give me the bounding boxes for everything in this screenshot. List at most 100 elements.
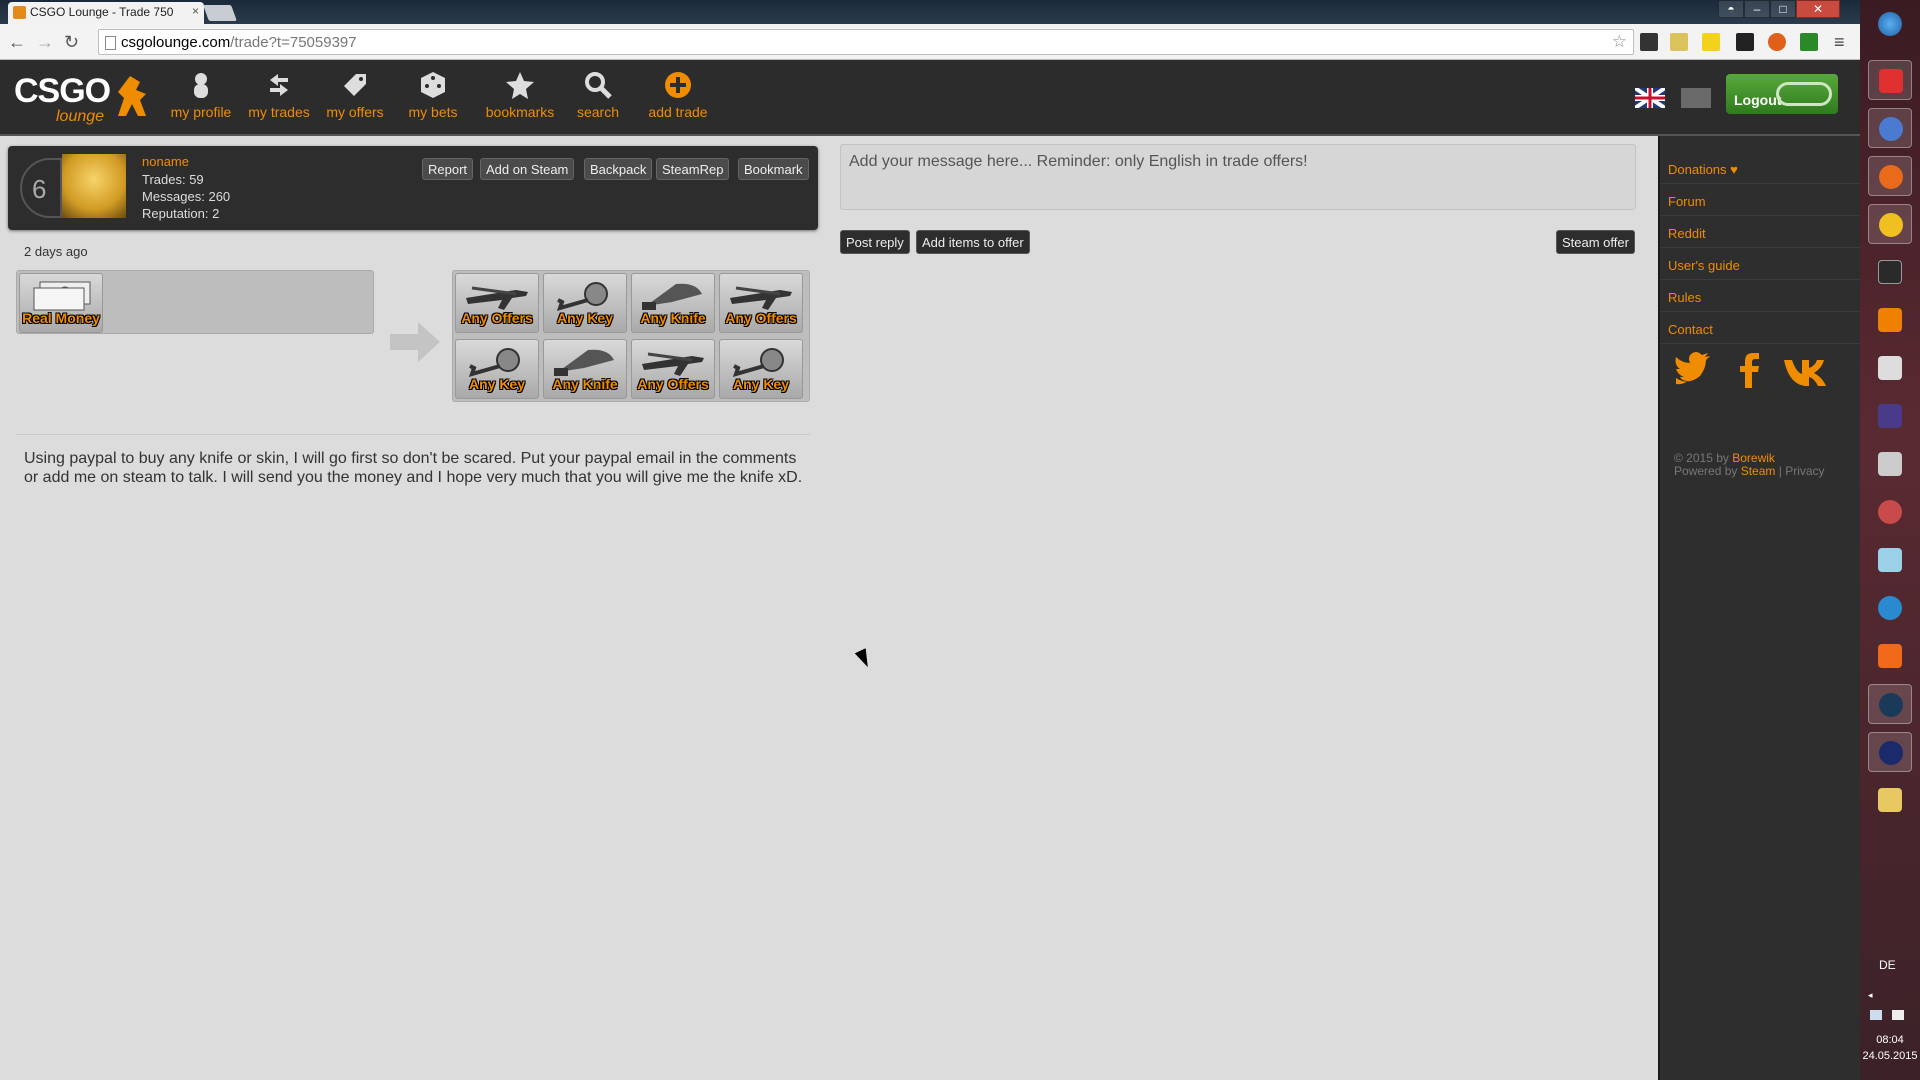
item-label: Any Knife (552, 376, 618, 392)
steam-offer-button[interactable]: Steam offer (1556, 230, 1635, 254)
steam-tray-icon[interactable] (1870, 1010, 1882, 1020)
bookmark-star-icon[interactable]: ☆ (1612, 32, 1627, 52)
want-item[interactable]: Any Offers (719, 273, 803, 333)
footer-credits: © 2015 by Borewik Powered by Steam | Pri… (1674, 452, 1825, 478)
rifle-icon (642, 352, 704, 376)
taskbar-app[interactable] (1868, 492, 1912, 532)
rank-badge: 6 (20, 158, 62, 218)
nav-add-trade[interactable]: add trade (640, 70, 716, 120)
close-window-button[interactable]: ✕ (1796, 0, 1840, 18)
bookmark-button[interactable]: Bookmark (738, 158, 809, 180)
taskbar-app[interactable] (1868, 540, 1912, 580)
add-items-to-offer-button[interactable]: Add items to offer (916, 230, 1030, 254)
want-item[interactable]: Any Offers (455, 273, 539, 333)
trader-username[interactable]: noname (142, 154, 189, 169)
item-label: Any Key (732, 376, 790, 392)
logout-button[interactable]: Logout (1726, 74, 1838, 114)
tray-expand-icon[interactable]: ◂ (1868, 990, 1873, 1001)
nav-bookmarks[interactable]: bookmarks (480, 70, 560, 120)
nav-my-bets[interactable]: my bets (400, 70, 466, 120)
window-controls: ◓ – □ ✕ (1718, 0, 1840, 18)
author-link[interactable]: Borewik (1732, 451, 1775, 465)
steamrep-button[interactable]: SteamRep (656, 158, 730, 180)
fire-extension-icon[interactable] (1768, 33, 1786, 51)
extension-icon-3[interactable] (1702, 33, 1720, 51)
minimize-button[interactable]: – (1744, 0, 1770, 18)
want-item[interactable]: Any Knife (631, 273, 715, 333)
system-tray[interactable]: ◂ (1860, 988, 1920, 1028)
want-item[interactable]: Any Key (455, 339, 539, 399)
nav-label: my offers (326, 104, 384, 120)
mail-extension-icon[interactable] (1736, 33, 1754, 51)
facebook-icon[interactable] (1730, 350, 1770, 390)
want-item[interactable]: Any Knife (543, 339, 627, 399)
main-content: 6 noname Trades: 59 Messages: 260 Reputa… (0, 136, 1658, 1080)
taskbar-app[interactable] (1868, 588, 1912, 628)
taskbar-app[interactable] (1868, 780, 1912, 820)
csgolounge-logo[interactable]: CSGO lounge (12, 70, 157, 130)
start-button[interactable] (1868, 4, 1912, 44)
tab-close-icon[interactable]: × (192, 4, 199, 18)
taskbar-app[interactable] (1868, 204, 1912, 244)
report-button[interactable]: Report (422, 158, 474, 180)
sidebar-item-users-guide[interactable]: User's guide (1660, 248, 1860, 280)
taskbar-app[interactable] (1868, 444, 1912, 484)
taskbar-app[interactable] (1868, 684, 1912, 724)
sidebar-item-forum[interactable]: Forum (1660, 184, 1860, 216)
sidebar-item-reddit[interactable]: Reddit (1660, 216, 1860, 248)
taskbar-app[interactable] (1868, 108, 1912, 148)
uk-flag-icon[interactable] (1633, 86, 1667, 110)
have-item[interactable]: Real Money (19, 273, 103, 333)
back-icon[interactable]: ← (8, 32, 26, 53)
sidebar-item-contact[interactable]: Contact (1660, 312, 1860, 344)
input-language[interactable]: DE (1879, 958, 1896, 972)
want-item[interactable]: Any Offers (631, 339, 715, 399)
backpack-button[interactable]: Backpack (584, 158, 653, 180)
user-icon[interactable]: ◓ (1718, 0, 1744, 18)
taskbar-app[interactable] (1868, 636, 1912, 676)
steam-logo-icon (1776, 82, 1832, 106)
language-flag-icon[interactable] (1681, 88, 1711, 108)
clock[interactable]: 08:04 24.05.2015 (1860, 1032, 1920, 1064)
forward-icon[interactable]: → (36, 32, 54, 53)
calculator-icon (1878, 548, 1902, 572)
taskbar-app[interactable] (1868, 348, 1912, 388)
twitter-icon[interactable] (1672, 350, 1712, 390)
network-tray-icon[interactable] (1892, 1010, 1904, 1020)
privacy-link[interactable]: Privacy (1785, 464, 1824, 478)
taskbar-app[interactable] (1868, 396, 1912, 436)
trader-messages: Messages: 260 (142, 189, 231, 204)
uk-flag-graphic (1633, 86, 1667, 110)
maximize-button[interactable]: □ (1770, 0, 1796, 18)
nav-my-trades[interactable]: my trades (246, 70, 312, 120)
nav-search[interactable]: search (568, 70, 628, 120)
reply-textarea[interactable]: Add your message here... Reminder: only … (840, 144, 1636, 210)
want-item[interactable]: Any Key (543, 273, 627, 333)
reload-icon[interactable]: ↻ (64, 32, 79, 53)
nav-my-profile[interactable]: my profile (168, 70, 234, 120)
check-extension-icon[interactable] (1800, 33, 1818, 51)
nav-my-offers[interactable]: my offers (322, 70, 388, 120)
sidebar-item-donations[interactable]: Donations ♥ (1660, 152, 1860, 184)
taskbar-app[interactable] (1868, 732, 1912, 772)
steam-link[interactable]: Steam (1741, 464, 1776, 478)
url-path: /trade?t=75059397 (230, 34, 357, 51)
want-item[interactable]: Any Key (719, 339, 803, 399)
taskbar-app[interactable] (1868, 60, 1912, 100)
new-tab-button[interactable] (203, 5, 237, 21)
item-label: Any Key (468, 376, 526, 392)
vk-icon[interactable] (1782, 350, 1834, 390)
taskbar-app[interactable] (1868, 156, 1912, 196)
address-bar[interactable]: csgolounge.com/trade?t=75059397 ☆ (98, 29, 1634, 55)
taskbar-app[interactable] (1868, 252, 1912, 292)
post-reply-button[interactable]: Post reply (840, 230, 910, 254)
extension-icon-2[interactable] (1670, 33, 1688, 51)
browser-tab[interactable]: CSGO Lounge - Trade 750 × (8, 2, 204, 24)
avatar[interactable] (62, 154, 126, 218)
chrome-menu-icon[interactable]: ≡ (1834, 32, 1852, 53)
taskbar-app[interactable] (1868, 300, 1912, 340)
extension-icon-1[interactable] (1640, 33, 1658, 51)
clock-time: 08:04 (1876, 1034, 1904, 1046)
add-on-steam-button[interactable]: Add on Steam (480, 158, 575, 180)
sidebar-item-rules[interactable]: Rules (1660, 280, 1860, 312)
